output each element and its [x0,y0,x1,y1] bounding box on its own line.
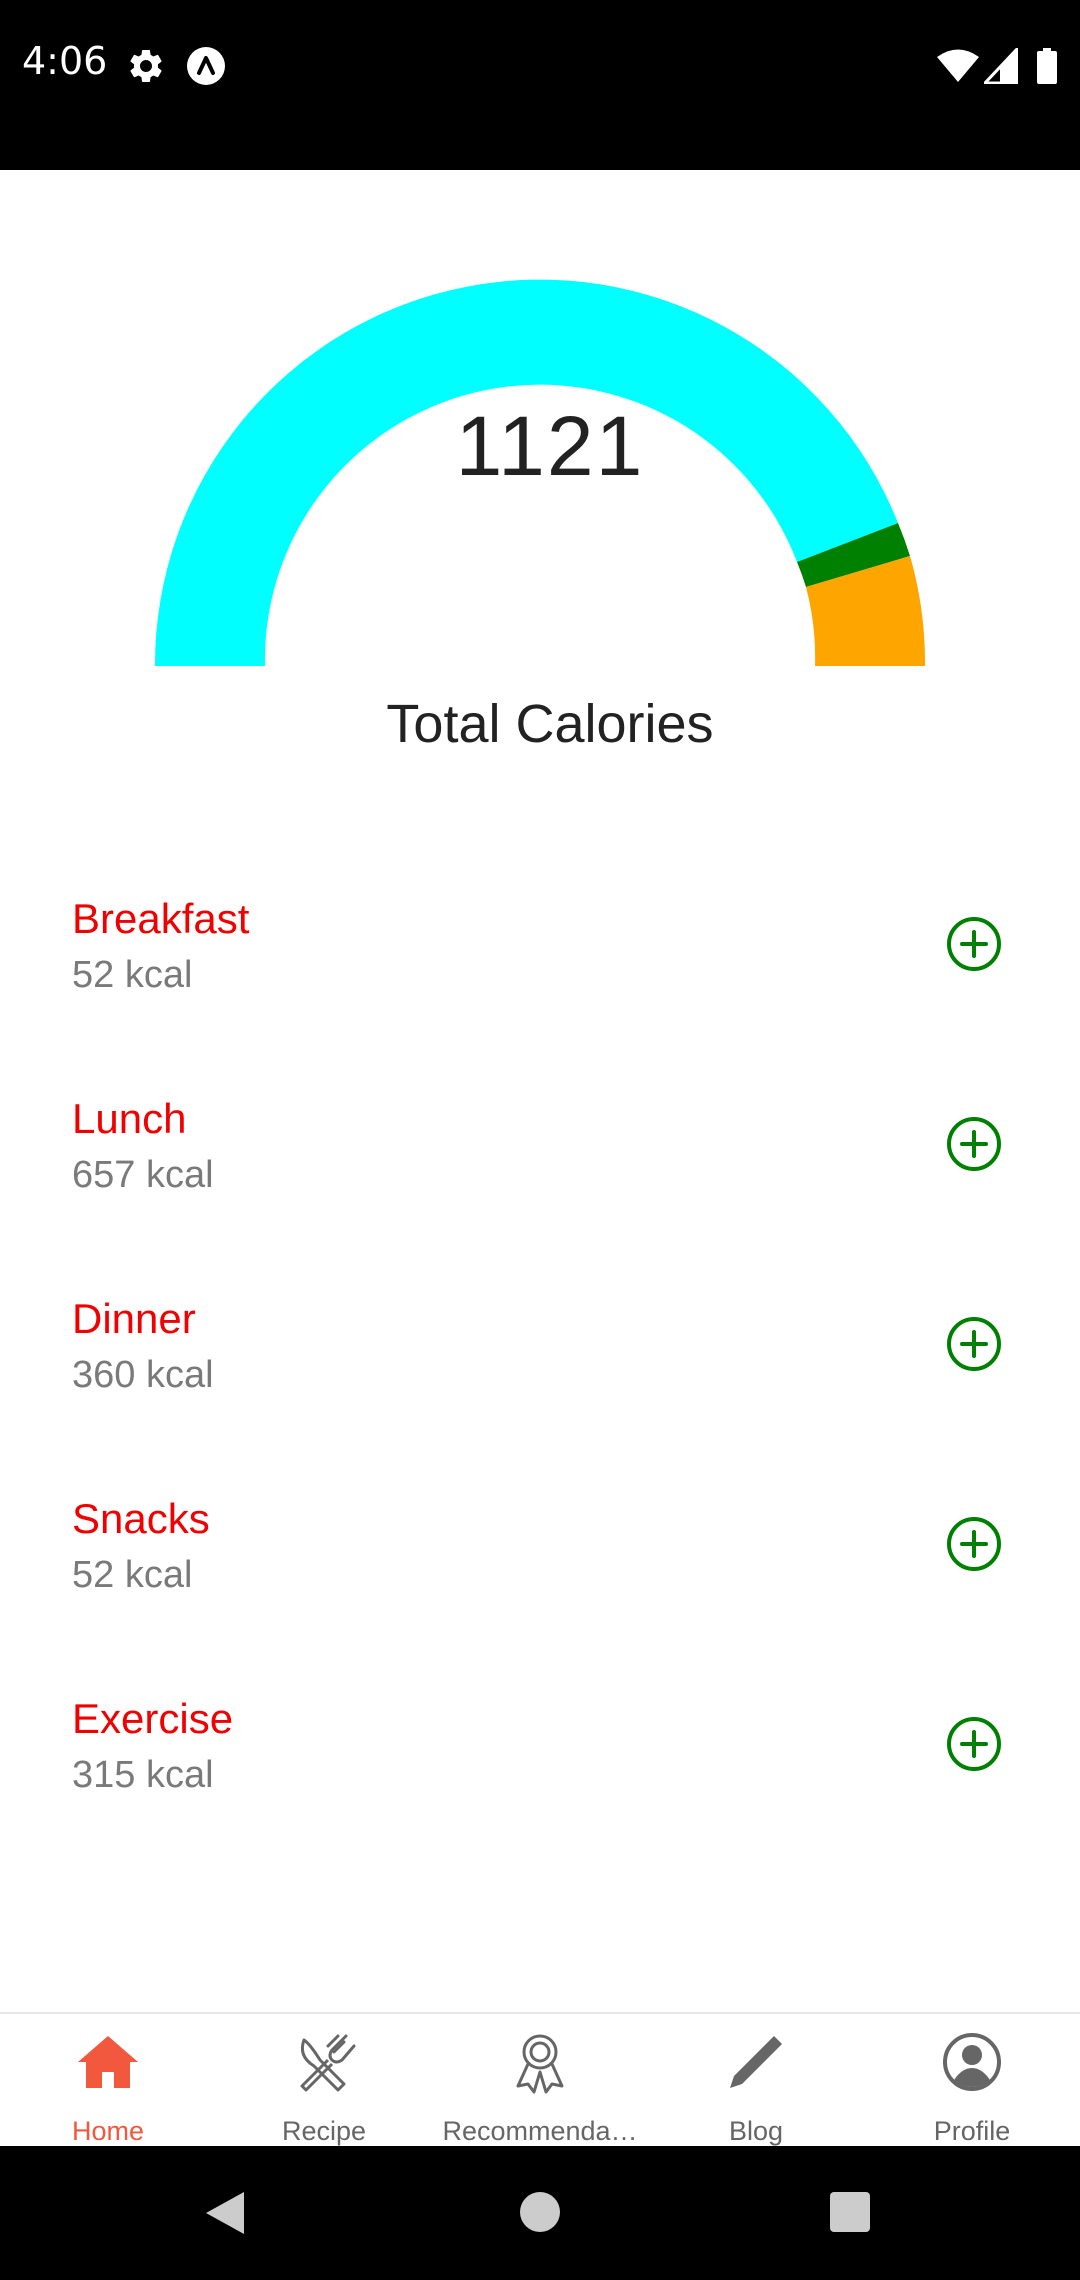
add-snacks-button[interactable] [946,1516,1002,1572]
signal-icon [984,48,1018,84]
system-nav-bar [0,2146,1080,2280]
meal-name: Exercise [72,1695,234,1742]
nav-item-home[interactable]: Home [0,2014,216,2148]
home-icon [78,2036,138,2088]
meal-item-lunch: Lunch 657 kcal [0,1060,1080,1260]
nav-label: Profile [933,2116,1011,2146]
nav-item-recipe[interactable]: Recipe [216,2014,432,2148]
nav-label: Recommenda… [442,2116,638,2146]
app-notification-icon [187,47,225,85]
user-circle-icon [943,2033,1001,2091]
meal-list: Breakfast 52 kcal Lunch 657 kcal Dinner … [0,860,1080,1860]
award-ribbon-icon [516,2034,564,2094]
status-bar: 4:06 [0,0,1080,170]
battery-icon [1037,48,1057,84]
nav-item-blog[interactable]: Blog [648,2014,864,2148]
meal-kcal: 657 kcal [72,1154,214,1196]
meal-name: Breakfast [72,895,250,942]
utensils-icon [300,2034,356,2092]
status-time: 4:06 [22,39,108,83]
meal-item-snacks: Snacks 52 kcal [0,1460,1080,1660]
meal-item-dinner: Dinner 360 kcal [0,1260,1080,1460]
meal-item-exercise: Exercise 315 kcal [0,1660,1080,1860]
add-exercise-button[interactable] [946,1716,1002,1772]
wifi-icon [937,49,979,82]
total-calories-label: Total Calories [386,694,714,754]
meal-name: Dinner [72,1295,196,1342]
home-circle-icon[interactable] [518,2190,562,2234]
meal-kcal: 52 kcal [72,1554,193,1596]
meal-item-breakfast: Breakfast 52 kcal [0,860,1080,1060]
meal-name: Lunch [72,1095,187,1142]
nav-label: Home [71,2116,145,2146]
pencil-icon [730,2036,782,2088]
settings-icon [130,49,162,82]
total-calories-value: 1121 [455,399,645,493]
recents-icon[interactable] [828,2191,872,2233]
meal-kcal: 360 kcal [72,1354,214,1396]
nav-item-recommendations[interactable]: Recommenda… [432,2014,648,2148]
nav-label: Recipe [281,2116,367,2146]
meal-kcal: 315 kcal [72,1754,214,1796]
add-dinner-button[interactable] [946,1316,1002,1372]
nav-label: Blog [728,2116,784,2146]
meal-name: Snacks [72,1495,210,1542]
back-icon[interactable] [204,2190,246,2236]
bottom-nav: Home Recipe Recommenda… Blog Profile [0,2012,1080,2148]
meal-kcal: 52 kcal [72,954,193,996]
nav-item-profile[interactable]: Profile [864,2014,1080,2148]
add-lunch-button[interactable] [946,1116,1002,1172]
add-breakfast-button[interactable] [946,916,1002,972]
